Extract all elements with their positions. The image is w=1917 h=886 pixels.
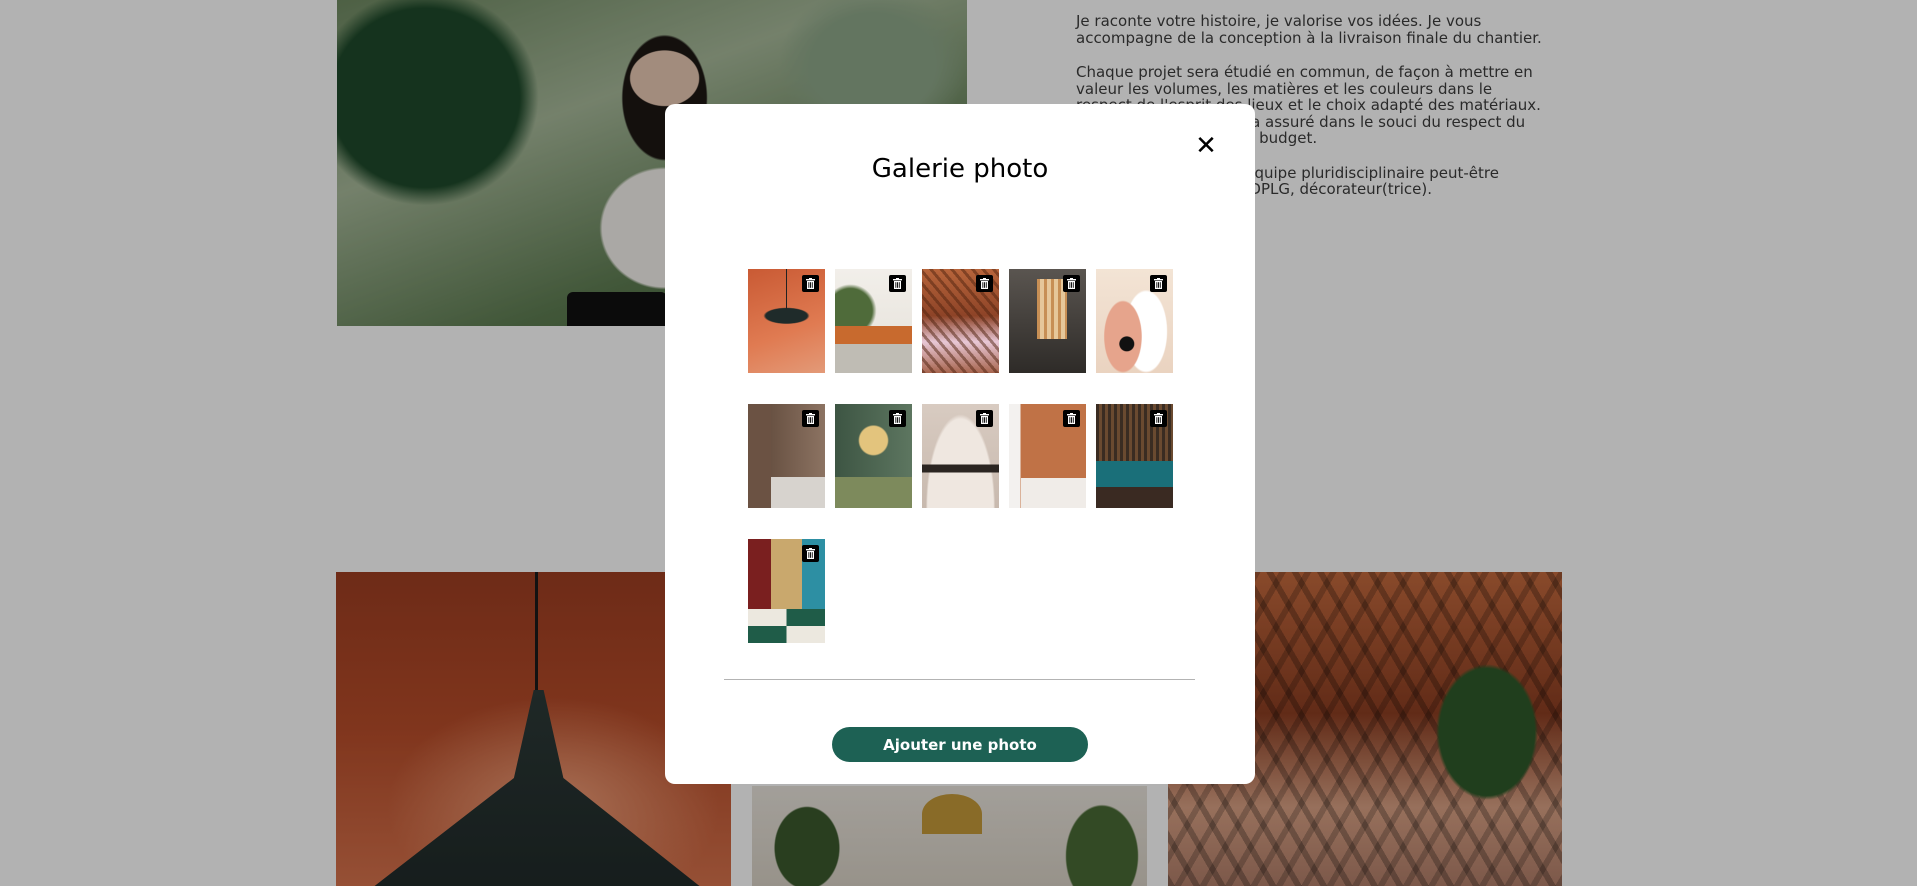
photo-thumbnail [835,269,912,373]
trash-icon[interactable] [802,545,819,562]
trash-icon[interactable] [802,410,819,427]
trash-icon[interactable] [1063,410,1080,427]
modal-title: Galerie photo [871,154,1049,184]
photo-gallery-modal: ✕ Galerie photo Ajouter une photo [665,104,1255,784]
photo-thumbnail [1096,269,1173,373]
photo-thumbnail [922,269,999,373]
photo-thumbnail [1009,404,1086,508]
trash-icon[interactable] [1063,275,1080,292]
trash-icon[interactable] [1150,410,1167,427]
photo-thumbnail [1096,404,1173,508]
trash-icon[interactable] [802,275,819,292]
photo-thumbnail [1009,269,1086,373]
trash-icon[interactable] [976,275,993,292]
trash-icon[interactable] [889,410,906,427]
trash-icon[interactable] [889,275,906,292]
photo-thumbnail-grid [748,269,1178,643]
photo-thumbnail [748,269,825,373]
add-photo-button[interactable]: Ajouter une photo [832,727,1088,762]
trash-icon[interactable] [976,410,993,427]
photo-thumbnail [748,539,825,643]
photo-thumbnail [835,404,912,508]
photo-thumbnail [748,404,825,508]
modal-divider [724,679,1195,680]
photo-thumbnail [922,404,999,508]
trash-icon[interactable] [1150,275,1167,292]
